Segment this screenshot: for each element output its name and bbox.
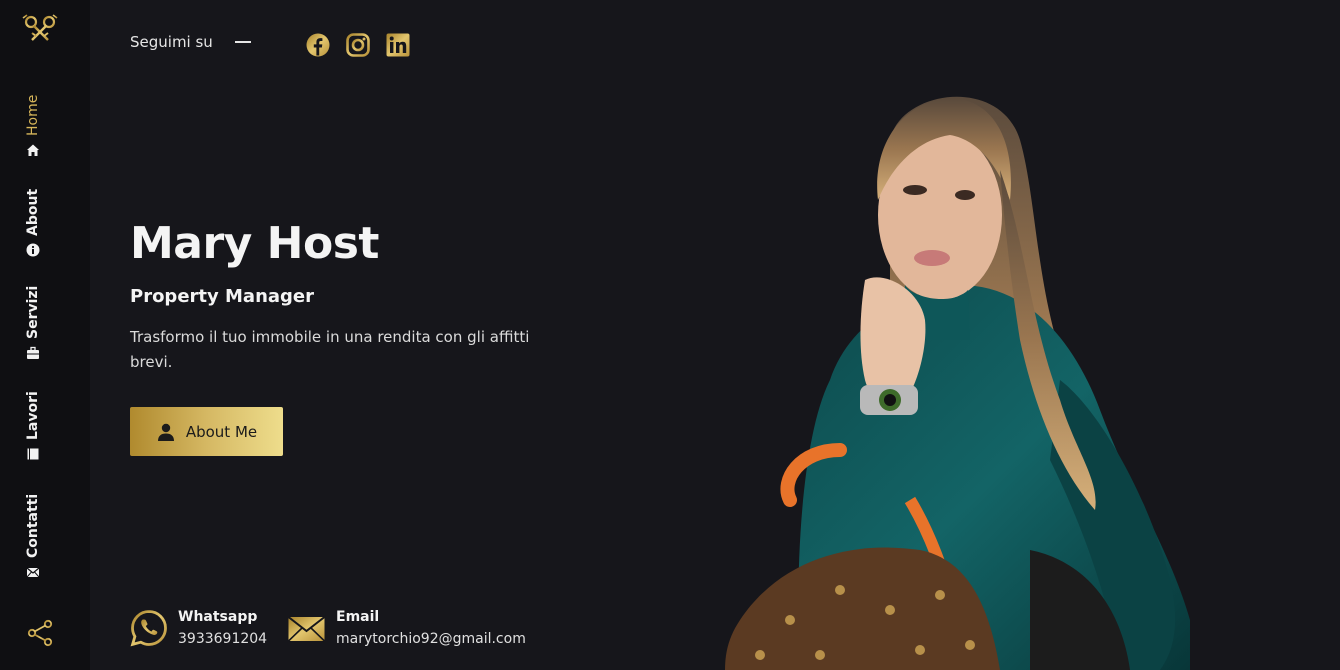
portrait-image [725, 96, 1190, 670]
about-me-button[interactable]: About Me [130, 407, 283, 456]
nav-home-label: Home [25, 94, 41, 136]
envelope-icon [26, 567, 40, 578]
keys-logo-icon[interactable] [21, 14, 59, 44]
home-icon [27, 144, 39, 156]
hero-name: Mary Host [130, 218, 379, 269]
facebook-icon[interactable] [306, 33, 330, 57]
email-address[interactable]: marytorchio92@gmail.com [336, 628, 526, 650]
email-label: Email [336, 609, 380, 625]
about-me-label: About Me [185, 422, 258, 441]
nav-lavori-label: Lavori [25, 391, 41, 440]
envelope-icon [288, 616, 326, 642]
book-icon [27, 448, 39, 460]
whatsapp-label: Whatsapp [178, 609, 258, 625]
follow-label: Seguimi su [130, 33, 213, 51]
linkedin-icon[interactable] [386, 33, 410, 57]
contact-whatsapp[interactable]: Whatsapp 3933691204 [130, 606, 267, 650]
user-icon [157, 423, 174, 441]
nav-servizi[interactable]: Servizi [25, 286, 41, 360]
instagram-icon[interactable] [346, 33, 370, 57]
nav-about-label: About [25, 188, 41, 236]
briefcase-icon [27, 346, 39, 359]
follow-divider [234, 41, 251, 43]
nav-home[interactable]: Home [25, 95, 41, 157]
share-icon[interactable] [26, 619, 54, 647]
nav-about[interactable]: About [25, 189, 41, 257]
nav-lavori[interactable]: Lavori [25, 391, 41, 461]
sidebar: Home About Servizi Lavori Contatti [0, 0, 90, 670]
follow-section: Seguimi su [130, 33, 251, 51]
whatsapp-number[interactable]: 3933691204 [178, 628, 267, 650]
hero-description: Trasformo il tuo immobile in una rendita… [130, 328, 530, 371]
nav-contatti[interactable]: Contatti [25, 494, 41, 579]
whatsapp-icon [130, 610, 167, 647]
nav-contatti-label: Contatti [25, 493, 41, 558]
hero-role: Property Manager [130, 286, 314, 307]
nav-servizi-label: Servizi [25, 285, 41, 339]
contact-email[interactable]: Email marytorchio92@gmail.com [288, 606, 526, 650]
info-icon [26, 243, 40, 257]
